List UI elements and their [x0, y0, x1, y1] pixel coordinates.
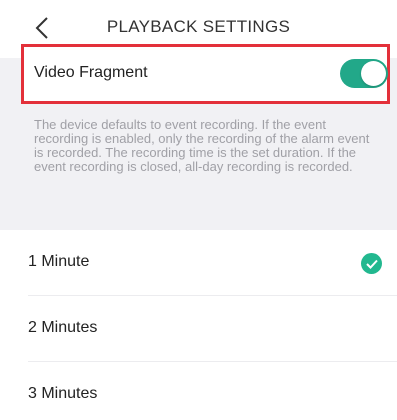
check-icon — [361, 253, 382, 274]
toggle-knob — [361, 61, 386, 86]
page-title: PLAYBACK SETTINGS — [106, 17, 291, 36]
video-fragment-row: Video Fragment — [21, 44, 390, 104]
video-fragment-description: The device defaults to event recording. … — [34, 117, 370, 174]
option-label: 2 Minutes — [28, 319, 98, 336]
option-label: 1 Minute — [28, 253, 90, 270]
option-2-minutes[interactable]: 2 Minutes — [0, 296, 397, 362]
video-fragment-toggle[interactable] — [340, 59, 388, 88]
option-1-minute[interactable]: 1 Minute — [0, 230, 397, 296]
video-fragment-label: Video Fragment — [34, 64, 148, 81]
option-label: 3 Minutes — [28, 385, 98, 402]
option-3-minutes[interactable]: 3 Minutes — [0, 362, 397, 420]
